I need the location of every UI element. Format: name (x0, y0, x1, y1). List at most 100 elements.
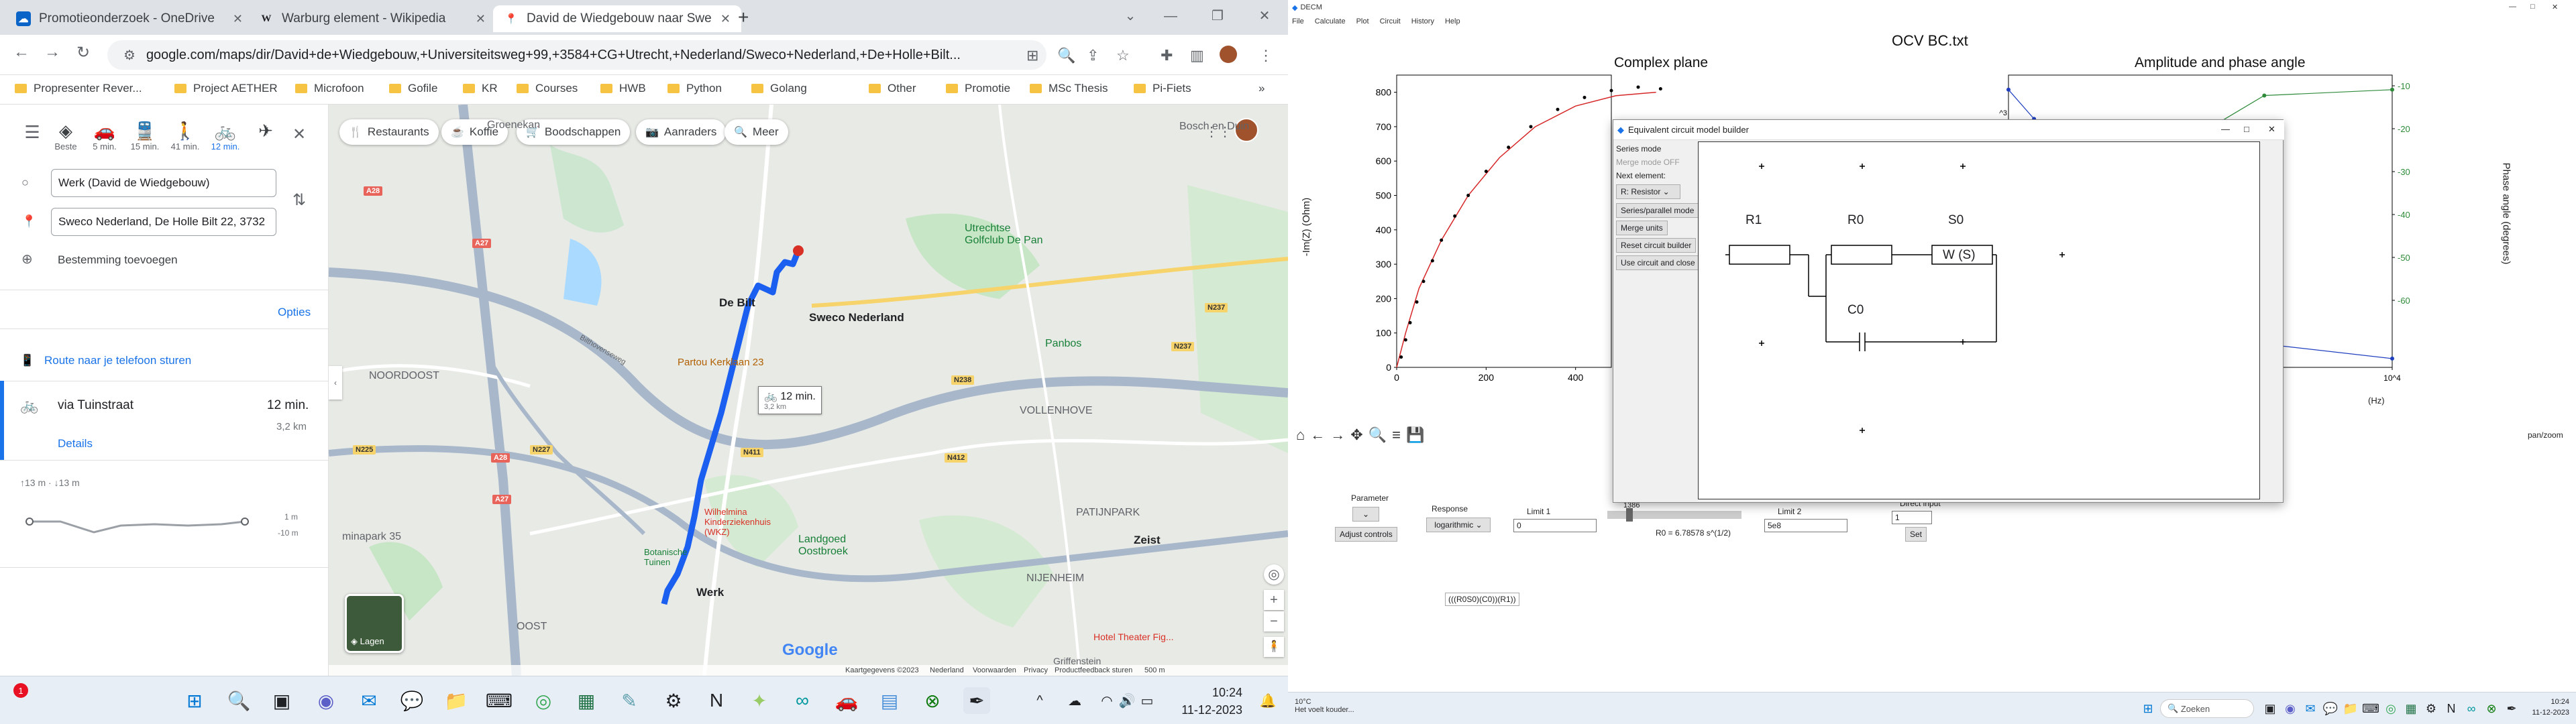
chrome-icon[interactable]: ◎ (530, 687, 557, 714)
more-bookmarks-icon[interactable]: » (1258, 82, 1265, 95)
save-icon[interactable]: 💾 (1406, 426, 1424, 444)
close-window-button[interactable]: ✕ (2552, 3, 2558, 11)
notion-icon[interactable]: N (703, 687, 730, 714)
home-icon[interactable]: ⌂ (1296, 426, 1305, 444)
task-view-icon[interactable]: ▣ (268, 687, 295, 714)
zoom-icon[interactable]: 🔍 (1057, 47, 1075, 64)
menu-icon[interactable]: ⋮ (1258, 47, 1273, 64)
clock-time[interactable]: 10:24 (2529, 698, 2569, 706)
share-icon[interactable]: ⇪ (1087, 47, 1099, 64)
notion-icon[interactable]: N (2443, 701, 2459, 717)
terminal-icon[interactable]: ⌨ (486, 687, 513, 714)
bookmark-item[interactable]: Courses (517, 82, 578, 95)
configure-icon[interactable]: ≡ (1392, 426, 1401, 444)
reload-icon[interactable]: ↻ (71, 43, 95, 62)
extensions-icon[interactable]: ✚ (1161, 47, 1173, 64)
chrome-icon[interactable]: ◎ (2383, 701, 2399, 717)
options-link[interactable]: Opties (278, 306, 311, 319)
bookmark-item[interactable]: Gofile (389, 82, 437, 95)
route-via[interactable]: via Tuinstraat (58, 398, 133, 413)
bookmark-item[interactable]: Python (667, 82, 722, 95)
zoom-out-button[interactable]: − (1264, 611, 1284, 631)
collapse-panel-button[interactable]: ‹ (329, 366, 342, 400)
my-location-button[interactable]: ◎ (1264, 564, 1284, 585)
response-select[interactable]: logarithmic ⌄ (1426, 518, 1491, 532)
forward-icon[interactable]: → (1330, 426, 1345, 444)
reset-builder-button[interactable]: Reset circuit builder (1616, 238, 1697, 253)
menu-calculate[interactable]: Calculate (1315, 17, 1346, 25)
start-icon[interactable]: ⊞ (181, 687, 208, 714)
clock-time[interactable]: 10:24 (1178, 686, 1242, 700)
bookmark-item[interactable]: KR (463, 82, 498, 95)
add-destination-link[interactable]: Bestemming toevoegen (58, 253, 178, 267)
bookmark-item[interactable]: Other (869, 82, 916, 95)
minimize-button[interactable]: — (2221, 124, 2230, 134)
profile-avatar[interactable] (1220, 46, 1237, 63)
origin-input[interactable]: Werk (David de Wiedgebouw) (51, 169, 276, 197)
task-view-icon[interactable]: ▣ (2262, 701, 2278, 717)
close-icon[interactable]: ✕ (720, 12, 731, 26)
mode-bicycle[interactable]: 🚲 12 min. (205, 121, 246, 152)
street-view-icon[interactable]: 🧍 (1264, 637, 1284, 657)
xbox-icon[interactable]: ⊗ (919, 687, 946, 714)
footer-link[interactable]: Nederland (930, 666, 964, 674)
menu-file[interactable]: File (1292, 17, 1304, 25)
mode-flight[interactable]: ✈ (246, 121, 286, 141)
notifications-icon[interactable]: 🔔 (1254, 687, 1281, 714)
maximize-button[interactable]: ❐ (1201, 1, 1234, 31)
excel-icon[interactable]: ▦ (573, 687, 600, 714)
app-icon[interactable]: ⚙ (2423, 701, 2439, 717)
limit1-input[interactable]: 0 (1513, 519, 1597, 532)
excel-icon[interactable]: ▦ (2403, 701, 2419, 717)
python-icon[interactable]: ✎ (616, 687, 643, 714)
bookmark-item[interactable]: Propresenter Rever... (15, 82, 142, 95)
destination-input[interactable]: Sweco Nederland, De Holle Bilt 22, 3732 (51, 208, 276, 236)
cloud-icon[interactable]: ☁ (1061, 687, 1088, 714)
app-icon[interactable]: ✦ (746, 687, 773, 714)
address-bar[interactable]: ⚙ google.com/maps/dir/David+de+Wiedgebou… (107, 40, 1046, 70)
bookmark-item[interactable]: Project AETHER (174, 82, 278, 95)
pen-app-icon[interactable]: ✒ (963, 687, 990, 714)
limit2-input[interactable]: 5e8 (1764, 519, 1847, 532)
back-icon[interactable]: ← (1310, 426, 1325, 444)
clock-date[interactable]: 11-12-2023 (1178, 703, 1242, 717)
sidepanel-icon[interactable]: ▥ (1190, 47, 1204, 64)
bookmark-item[interactable]: Promotie (946, 82, 1010, 95)
mode-walk[interactable]: 🚶 41 min. (165, 121, 205, 152)
bookmark-star-icon[interactable]: ☆ (1116, 47, 1130, 64)
menu-plot[interactable]: Plot (1356, 17, 1369, 25)
menu-history[interactable]: History (1411, 17, 1434, 25)
tab-google-maps[interactable]: 📍 David de Wiedgebouw naar Swe ✕ (493, 5, 741, 32)
menu-circuit[interactable]: Circuit (1380, 17, 1401, 25)
close-dialog-button[interactable]: ✕ (2268, 124, 2275, 135)
search-icon[interactable]: 🔍 (225, 687, 252, 714)
back-icon[interactable]: ← (9, 43, 34, 62)
terminal-icon[interactable]: ⌨ (2362, 701, 2379, 717)
send-to-phone-link[interactable]: Route naar je telefoon sturen (44, 354, 191, 367)
app-icon[interactable]: ▤ (876, 687, 903, 714)
element-select[interactable]: R: Resistor ⌄ (1616, 184, 1680, 199)
minimize-button[interactable]: — (2509, 3, 2516, 11)
bookmark-item[interactable]: MSc Thesis (1030, 82, 1108, 95)
direct-input-field[interactable]: 1 (1892, 511, 1932, 524)
merge-units-button[interactable]: Merge units (1616, 221, 1668, 235)
tab-search-icon[interactable]: ⌄ (1114, 1, 1147, 31)
xbox-icon[interactable]: ⊗ (2483, 701, 2500, 717)
chip-aanraders[interactable]: 📷 Aanraders (636, 119, 727, 145)
pen-app-icon[interactable]: ✒ (2504, 701, 2520, 717)
zoom-icon[interactable]: 🔍 (1368, 426, 1387, 444)
app-icon[interactable]: ⚙ (660, 687, 687, 714)
series-parallel-button[interactable]: Series/parallel mode (1616, 203, 1699, 218)
mode-best[interactable]: ◈ Beste (46, 121, 86, 152)
maximize-button[interactable]: □ (2244, 124, 2249, 134)
tray-expand-icon[interactable]: ^ (1026, 687, 1053, 714)
outlook-icon[interactable]: ✉ (356, 687, 382, 714)
install-icon[interactable]: ⊞ (1026, 47, 1038, 64)
scale-label[interactable]: 500 m (1144, 666, 1165, 674)
weather-widget[interactable]: 10°C Het voelt kouder... (1295, 698, 1354, 714)
chip-meer[interactable]: 🔍 Meer (724, 119, 788, 145)
layers-button[interactable]: ◈ Lagen (345, 594, 404, 653)
menu-icon[interactable]: ☰ (20, 122, 44, 143)
mode-transit[interactable]: 🚆 15 min. (125, 121, 165, 152)
use-circuit-close-button[interactable]: Use circuit and close (1616, 255, 1700, 270)
